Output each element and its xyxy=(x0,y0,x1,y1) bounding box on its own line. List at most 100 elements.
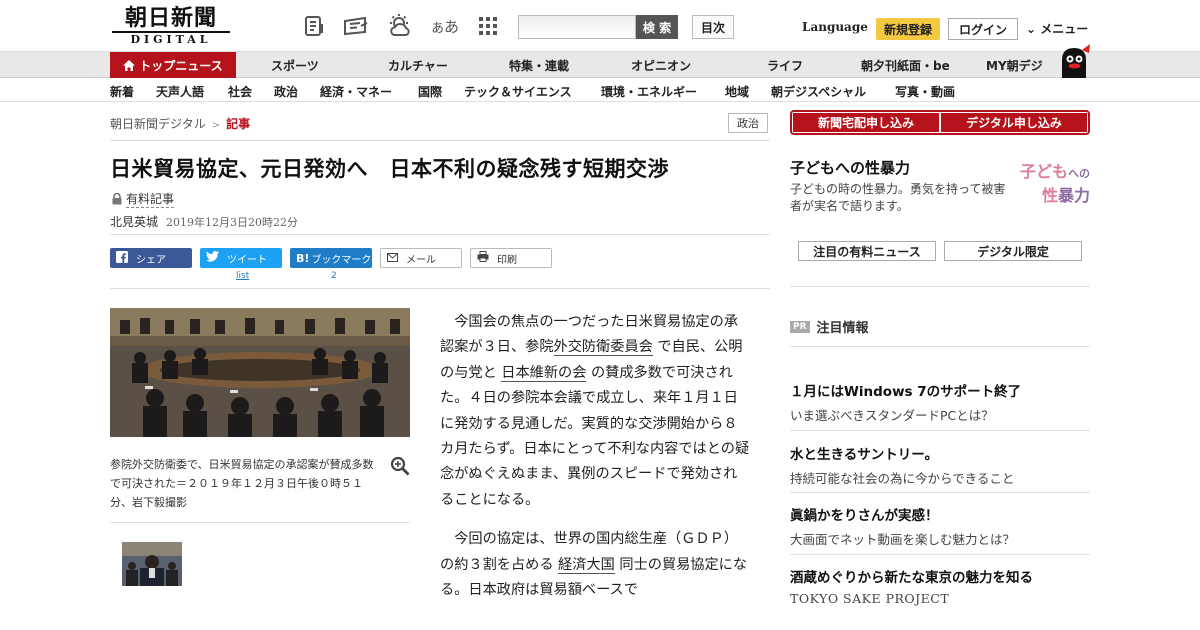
promo-title[interactable]: 子どもへの性暴力 xyxy=(790,157,910,178)
print-icon xyxy=(477,251,489,265)
tab-digital-only[interactable]: デジタル限定 xyxy=(944,241,1082,261)
pr-item[interactable]: 酒蔵めぐりから新たな東京の魅力を知る TOKYO SAKE PROJECT xyxy=(790,566,1090,606)
divider xyxy=(790,286,1090,287)
subscribe-paper-button[interactable]: 新聞宅配申し込み xyxy=(793,113,939,132)
mascot-icon[interactable] xyxy=(1056,44,1092,78)
category-tag[interactable]: 政治 xyxy=(728,113,768,133)
nav-sports[interactable]: スポーツ xyxy=(271,52,319,78)
mail-share-label: メール xyxy=(406,254,436,266)
breadcrumb: 朝日新聞デジタル > 記事 xyxy=(110,115,250,132)
nav-life[interactable]: ライフ xyxy=(767,52,803,78)
promo-logo[interactable]: 子どもへの 性暴力 xyxy=(1014,163,1090,213)
divider xyxy=(110,288,770,289)
hatena-share-label: ブックマーク xyxy=(311,254,372,266)
nav-my-asadigi[interactable]: MY朝デジ xyxy=(986,52,1043,78)
mail-icon xyxy=(387,252,398,265)
divider xyxy=(790,430,1090,431)
pr-item-desc: 持続可能な社会の為に今からできること xyxy=(790,471,1015,486)
divider xyxy=(790,492,1090,493)
divider xyxy=(110,234,770,235)
language-link[interactable]: Language xyxy=(802,20,868,34)
nav-region[interactable]: 地域 xyxy=(725,83,749,100)
print-button[interactable]: 印刷 xyxy=(470,248,552,268)
search-button[interactable]: 検 索 xyxy=(636,15,678,39)
promo-logo-word: 子ども xyxy=(1019,162,1068,181)
search-input[interactable] xyxy=(518,15,636,39)
table-of-contents-button[interactable]: 目次 xyxy=(692,15,734,39)
menu-button[interactable]: ⌄ メニュー xyxy=(1026,20,1088,37)
pr-item-title: １月にはWindows 7のサポート終了 xyxy=(790,384,1022,400)
byline: 北見英城 2019年12月3日20時22分 xyxy=(110,213,298,230)
subscribe-digital-button[interactable]: デジタル申し込み xyxy=(941,113,1087,132)
nav-photo-video[interactable]: 写真・動画 xyxy=(895,83,955,100)
promo-logo-line1: 子どもへの xyxy=(1014,163,1090,183)
login-button[interactable]: ログイン xyxy=(948,18,1018,40)
article-body: 今国会の焦点の一つだった日米貿易協定の承認案が３日、参院外交防衛委員会 で自民、… xyxy=(440,310,750,617)
pr-item[interactable]: １月にはWindows 7のサポート終了 いま選ぶべきスタンダードPCとは？ xyxy=(790,380,1090,424)
breadcrumb-home[interactable]: 朝日新聞デジタル xyxy=(110,117,206,131)
nav-features[interactable]: 特集・連載 xyxy=(509,52,569,78)
signup-button[interactable]: 新規登録 xyxy=(876,18,940,40)
promo-logo-word: 性 xyxy=(1041,186,1058,205)
mail-share-button[interactable]: メール xyxy=(380,248,462,268)
pr-item-desc: 大画面でネット動画を楽しむ魅力とは？ xyxy=(790,532,1016,547)
keyword-link[interactable]: 日本維新の会 xyxy=(501,364,587,382)
article-photo[interactable] xyxy=(110,308,410,437)
photo-thumbnail[interactable] xyxy=(122,542,182,586)
font-size-icon[interactable]: ぁあ xyxy=(430,12,459,40)
primary-nav: トップニュース スポーツ カルチャー 特集・連載 オピニオン ライフ 朝夕刊紙面… xyxy=(0,52,1200,78)
facebook-icon xyxy=(116,250,128,266)
nav-print-edition[interactable]: 朝夕刊紙面・be xyxy=(861,52,950,78)
nav-tenseijingo[interactable]: 天声人語 xyxy=(156,83,204,100)
nav-international[interactable]: 国際 xyxy=(418,83,442,100)
paid-article-label: 有料記事 xyxy=(126,192,175,208)
pr-heading: PR 注目情報 xyxy=(790,317,869,336)
promo-description: 子どもの時の性暴力。勇気を持って被害者が実名で語ります。 xyxy=(790,182,1006,213)
nav-tech-science[interactable]: テック＆サイエンス xyxy=(464,83,572,100)
facebook-share-button[interactable]: シェア xyxy=(110,248,192,268)
pr-item-title: 水と生きるサントリー。 xyxy=(790,447,939,463)
keyword-link[interactable]: 経済大国 xyxy=(558,556,615,574)
nav-opinion[interactable]: オピニオン xyxy=(631,52,691,78)
publish-date: 2019年12月3日20時22分 xyxy=(166,216,298,229)
font-size-label: ぁあ xyxy=(430,17,459,36)
print-label: 印刷 xyxy=(497,254,517,266)
nav-culture[interactable]: カルチャー xyxy=(388,52,448,78)
pr-item[interactable]: 眞鍋かをりさんが実感！ 大画面でネット動画を楽しむ魅力とは？ xyxy=(790,504,1090,548)
notebook-icon[interactable] xyxy=(300,12,328,40)
logo-subtitle: DIGITAL xyxy=(112,31,230,46)
nav-latest[interactable]: 新着 xyxy=(110,83,134,100)
nav-society[interactable]: 社会 xyxy=(228,83,252,100)
divider xyxy=(110,522,410,523)
article-paragraph: 今回の協定は、世界の国内総生産（ＧＤＰ）の約３割を占める 経済大国 同士の貿易協… xyxy=(440,527,750,603)
logo-wordmark: 朝日新聞 xyxy=(124,5,217,31)
facebook-share-label: シェア xyxy=(136,254,166,266)
newspaper-icon[interactable] xyxy=(342,12,370,40)
twitter-share-label: ツイート xyxy=(227,254,267,266)
keyword-link[interactable]: 外交防衛委員会 xyxy=(553,339,653,357)
divider xyxy=(790,554,1090,555)
breadcrumb-current: 記事 xyxy=(226,117,251,131)
twitter-share-button[interactable]: ツイート xyxy=(200,248,282,268)
nav-politics[interactable]: 政治 xyxy=(274,83,298,100)
twitter-icon xyxy=(206,251,219,265)
tab-paid-news[interactable]: 注目の有料ニュース xyxy=(798,241,936,261)
twitter-count[interactable]: list xyxy=(236,271,249,281)
nav-top-news-label: トップニュース xyxy=(139,58,223,73)
weather-icon[interactable] xyxy=(386,12,414,40)
hatena-count[interactable]: 2 xyxy=(331,271,337,281)
nav-economy[interactable]: 経済・マネー xyxy=(320,83,392,100)
promo-logo-line2: 性暴力 xyxy=(1014,187,1090,205)
text-run: の賛成多数で可決された。４日の参院本会議で成立し、来年１月１日に発効する見通しだ… xyxy=(440,364,750,508)
nav-top-news[interactable]: トップニュース xyxy=(110,52,236,78)
promo-logo-word: 暴力 xyxy=(1057,186,1090,205)
zoom-icon[interactable] xyxy=(390,456,410,476)
grid-menu-icon[interactable] xyxy=(474,12,502,40)
home-icon xyxy=(123,59,136,71)
nav-environment[interactable]: 環境・エネルギー xyxy=(601,83,697,100)
site-logo[interactable]: 朝日新聞 DIGITAL xyxy=(112,6,230,46)
nav-special[interactable]: 朝デジスペシャル xyxy=(771,83,866,100)
paid-article-badge[interactable]: 有料記事 xyxy=(112,190,175,208)
pr-item[interactable]: 水と生きるサントリー。 持続可能な社会の為に今からできること xyxy=(790,443,1090,487)
hatena-bookmark-button[interactable]: B! ブックマーク xyxy=(290,248,372,268)
